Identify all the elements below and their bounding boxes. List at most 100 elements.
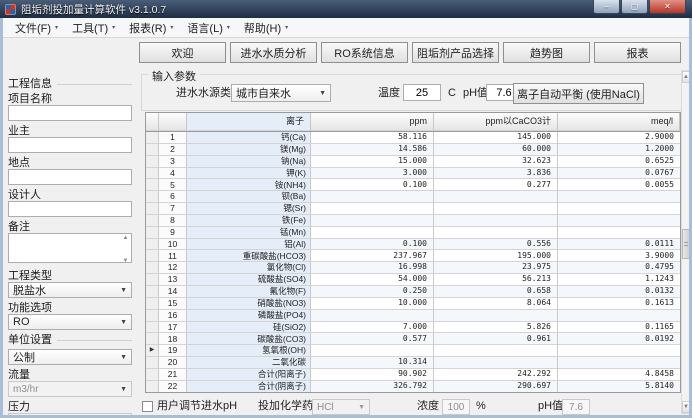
row-indicator-cell[interactable] [146, 144, 159, 156]
table-row[interactable]: 5铵(NH4)0.1000.2770.0055 [146, 179, 680, 191]
temperature-input[interactable] [403, 84, 441, 101]
table-row[interactable]: 8铁(Fe) [146, 215, 680, 227]
row-indicator-cell[interactable] [146, 298, 159, 310]
chemical-select[interactable]: HCl ▼ [312, 399, 370, 415]
caco3-cell[interactable]: 145.000 [434, 132, 558, 144]
maximize-button[interactable]: ▢ [621, 0, 648, 14]
ppm-cell[interactable]: 54.000 [311, 274, 434, 286]
meq-cell[interactable]: 0.1165 [558, 322, 680, 334]
caco3-cell[interactable] [434, 227, 558, 239]
caco3-cell[interactable] [434, 310, 558, 322]
meq-cell[interactable]: 0.0055 [558, 179, 680, 191]
flow-unit-select[interactable]: m3/hr ▼ [8, 381, 132, 397]
project-name-input[interactable] [8, 105, 132, 121]
ppm-cell[interactable] [311, 310, 434, 322]
caco3-cell[interactable] [434, 191, 558, 203]
row-number-cell[interactable]: 17 [159, 322, 187, 334]
table-row[interactable]: 20二氧化碳10.314 [146, 357, 680, 369]
row-indicator-cell[interactable] [146, 333, 159, 345]
table-row[interactable]: 18碳酸盐(CO3)0.5770.9610.0192 [146, 333, 680, 345]
row-indicator-cell[interactable] [146, 179, 159, 191]
ion-name-cell[interactable]: 硅(SiO2) [187, 322, 311, 334]
caco3-cell[interactable]: 3.836 [434, 168, 558, 180]
menu-help[interactable]: 帮助(H)▾ [237, 18, 295, 38]
ion-name-cell[interactable]: 碳酸盐(CO3) [187, 333, 311, 345]
caco3-cell[interactable]: 60.000 [434, 144, 558, 156]
nav-button-feed-water-analysis[interactable]: 进水水质分析 [230, 42, 317, 63]
row-indicator-cell[interactable] [146, 369, 159, 381]
meq-cell[interactable]: 0.0132 [558, 286, 680, 298]
row-number-cell[interactable]: 3 [159, 156, 187, 168]
ppm-cell[interactable]: 15.000 [311, 156, 434, 168]
row-number-cell[interactable]: 2 [159, 144, 187, 156]
unit-system-select[interactable]: 公制 ▼ [8, 349, 132, 365]
ion-name-cell[interactable]: 合计(阴离子) [187, 381, 311, 393]
row-indicator-cell[interactable]: ▶ [146, 345, 159, 357]
row-indicator-cell[interactable] [146, 250, 159, 262]
minimize-button[interactable]: – [593, 0, 620, 14]
menu-language[interactable]: 语言(L)▾ [180, 18, 236, 38]
ppm-cell[interactable]: 10.000 [311, 298, 434, 310]
ppm-cell[interactable] [311, 345, 434, 357]
ppm-cell[interactable]: 7.000 [311, 322, 434, 334]
water-source-select[interactable]: 城市自来水 ▼ [231, 84, 331, 102]
ion-name-cell[interactable]: 锶(Sr) [187, 203, 311, 215]
nav-button-welcome[interactable]: 欢迎 [139, 42, 226, 63]
meq-cell[interactable] [558, 310, 680, 322]
table-row[interactable]: 16磷酸盐(PO4) [146, 310, 680, 322]
row-number-cell[interactable]: 7 [159, 203, 187, 215]
ion-name-cell[interactable]: 二氧化碳 [187, 357, 311, 369]
row-number-cell[interactable]: 13 [159, 274, 187, 286]
project-type-select[interactable]: 脱盐水 ▼ [8, 282, 132, 298]
ppm-cell[interactable]: 10.314 [311, 357, 434, 369]
ion-name-cell[interactable]: 氟化物(F) [187, 286, 311, 298]
row-indicator-cell[interactable] [146, 203, 159, 215]
ion-name-cell[interactable]: 氯化物(Cl) [187, 262, 311, 274]
ppm-cell[interactable] [311, 215, 434, 227]
meq-cell[interactable]: 1.1243 [558, 274, 680, 286]
row-number-cell[interactable]: 16 [159, 310, 187, 322]
ppm-cell[interactable]: 326.792 [311, 381, 434, 393]
row-number-cell[interactable]: 5 [159, 179, 187, 191]
ion-name-cell[interactable]: 硝酸盐(NO3) [187, 298, 311, 310]
meq-cell[interactable]: 4.8458 [558, 369, 680, 381]
remarks-textarea[interactable] [8, 233, 132, 263]
row-indicator-cell[interactable] [146, 168, 159, 180]
row-number-cell[interactable]: 21 [159, 369, 187, 381]
meq-cell[interactable]: 0.0192 [558, 333, 680, 345]
table-row[interactable]: 9锰(Mn) [146, 227, 680, 239]
row-indicator-cell[interactable] [146, 357, 159, 369]
ion-name-cell[interactable]: 重碳酸盐(HCO3) [187, 250, 311, 262]
meq-cell[interactable]: 0.0767 [558, 168, 680, 180]
ion-name-cell[interactable]: 铁(Fe) [187, 215, 311, 227]
row-number-cell[interactable]: 8 [159, 215, 187, 227]
table-row[interactable]: 6钡(Ba) [146, 191, 680, 203]
row-indicator-cell[interactable] [146, 381, 159, 393]
row-number-cell[interactable]: 14 [159, 286, 187, 298]
row-indicator-cell[interactable] [146, 310, 159, 322]
table-row[interactable]: 4钾(K)3.0003.8360.0767 [146, 168, 680, 180]
caco3-cell[interactable] [434, 215, 558, 227]
ppm-cell[interactable]: 0.100 [311, 239, 434, 251]
ion-name-cell[interactable]: 合计(阳离子) [187, 369, 311, 381]
caco3-cell[interactable]: 56.213 [434, 274, 558, 286]
ion-name-cell[interactable]: 氢氧根(OH) [187, 345, 311, 357]
row-number-cell[interactable]: 18 [159, 333, 187, 345]
caco3-cell[interactable]: 32.623 [434, 156, 558, 168]
row-indicator-cell[interactable] [146, 227, 159, 239]
header-caco3[interactable]: ppm以CaCO3计 [434, 113, 558, 131]
row-indicator-cell[interactable] [146, 274, 159, 286]
table-row[interactable]: 17硅(SiO2)7.0005.8260.1165 [146, 322, 680, 334]
meq-cell[interactable]: 0.0111 [558, 239, 680, 251]
caco3-cell[interactable]: 0.961 [434, 333, 558, 345]
meq-cell[interactable]: 2.9000 [558, 132, 680, 144]
caco3-cell[interactable]: 242.292 [434, 369, 558, 381]
caco3-cell[interactable]: 195.000 [434, 250, 558, 262]
table-row[interactable]: 14氟化物(F)0.2500.6580.0132 [146, 286, 680, 298]
row-indicator-cell[interactable] [146, 132, 159, 144]
caco3-cell[interactable]: 0.556 [434, 239, 558, 251]
meq-cell[interactable] [558, 345, 680, 357]
row-number-cell[interactable]: 11 [159, 250, 187, 262]
ppm-cell[interactable] [311, 191, 434, 203]
nav-button-product-selection[interactable]: 阻垢剂产品选择 [412, 42, 499, 63]
